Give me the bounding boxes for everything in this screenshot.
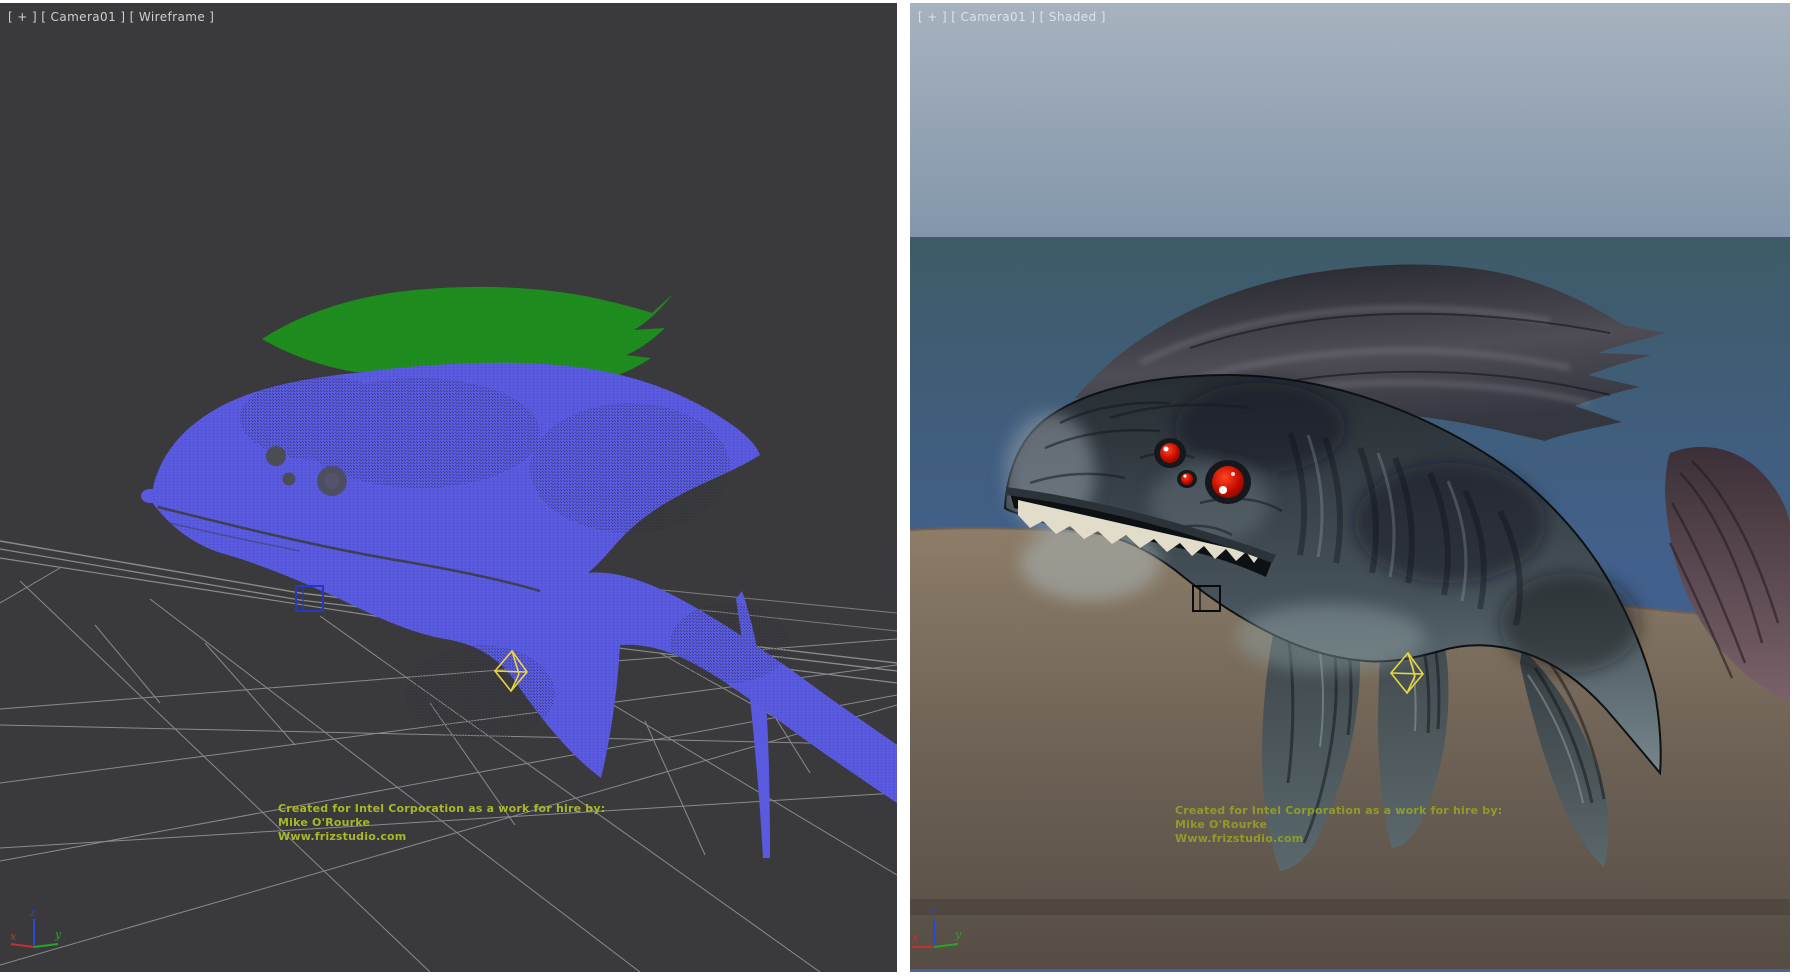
- eye-tiny: [1181, 473, 1193, 485]
- x-axis-label: x: [10, 930, 17, 943]
- svg-text:Mike O'Rourke: Mike O'Rourke: [278, 816, 370, 829]
- sky: [910, 3, 1790, 237]
- viewport-shaded[interactable]: [ + ] [ Camera01 ] [ Shaded ]: [910, 3, 1790, 972]
- eye-large: [1212, 466, 1244, 498]
- viewport-wireframe[interactable]: [ + ] [ Camera01 ] [ Wireframe ]: [0, 3, 897, 972]
- svg-text:Mike O'Rourke: Mike O'Rourke: [1175, 818, 1267, 831]
- fish-creature-wireframe[interactable]: [141, 363, 897, 858]
- svg-text:Www.frizstudio.com: Www.frizstudio.com: [278, 830, 406, 843]
- svg-text:Created for Intel Corporation: Created for Intel Corporation as a work …: [278, 802, 605, 815]
- z-axis-label: z: [929, 906, 936, 919]
- eye-small: [1160, 443, 1180, 463]
- z-axis-label: z: [29, 906, 36, 919]
- wireframe-scene: Created for Intel Corporation as a work …: [0, 3, 897, 972]
- shaded-scene: Created for Intel Corporation as a work …: [910, 3, 1790, 972]
- x-axis-line: [11, 944, 34, 947]
- ground-dark-band: [910, 899, 1790, 915]
- split-viewport-stage: [ + ] [ Camera01 ] [ Wireframe ]: [0, 0, 1800, 978]
- svg-text:Created for Intel Corporation: Created for Intel Corporation as a work …: [1175, 804, 1502, 817]
- y-axis-label: y: [54, 928, 62, 941]
- viewport-label-shaded[interactable]: [ + ] [ Camera01 ] [ Shaded ]: [918, 10, 1106, 24]
- svg-text:Www.frizstudio.com: Www.frizstudio.com: [1175, 832, 1303, 845]
- y-axis-line: [34, 944, 58, 947]
- x-axis-label: x: [912, 931, 919, 944]
- axis-tripod: x z y: [10, 906, 62, 947]
- viewport-label-wireframe[interactable]: [ + ] [ Camera01 ] [ Wireframe ]: [8, 10, 214, 24]
- y-axis-label: y: [954, 928, 962, 941]
